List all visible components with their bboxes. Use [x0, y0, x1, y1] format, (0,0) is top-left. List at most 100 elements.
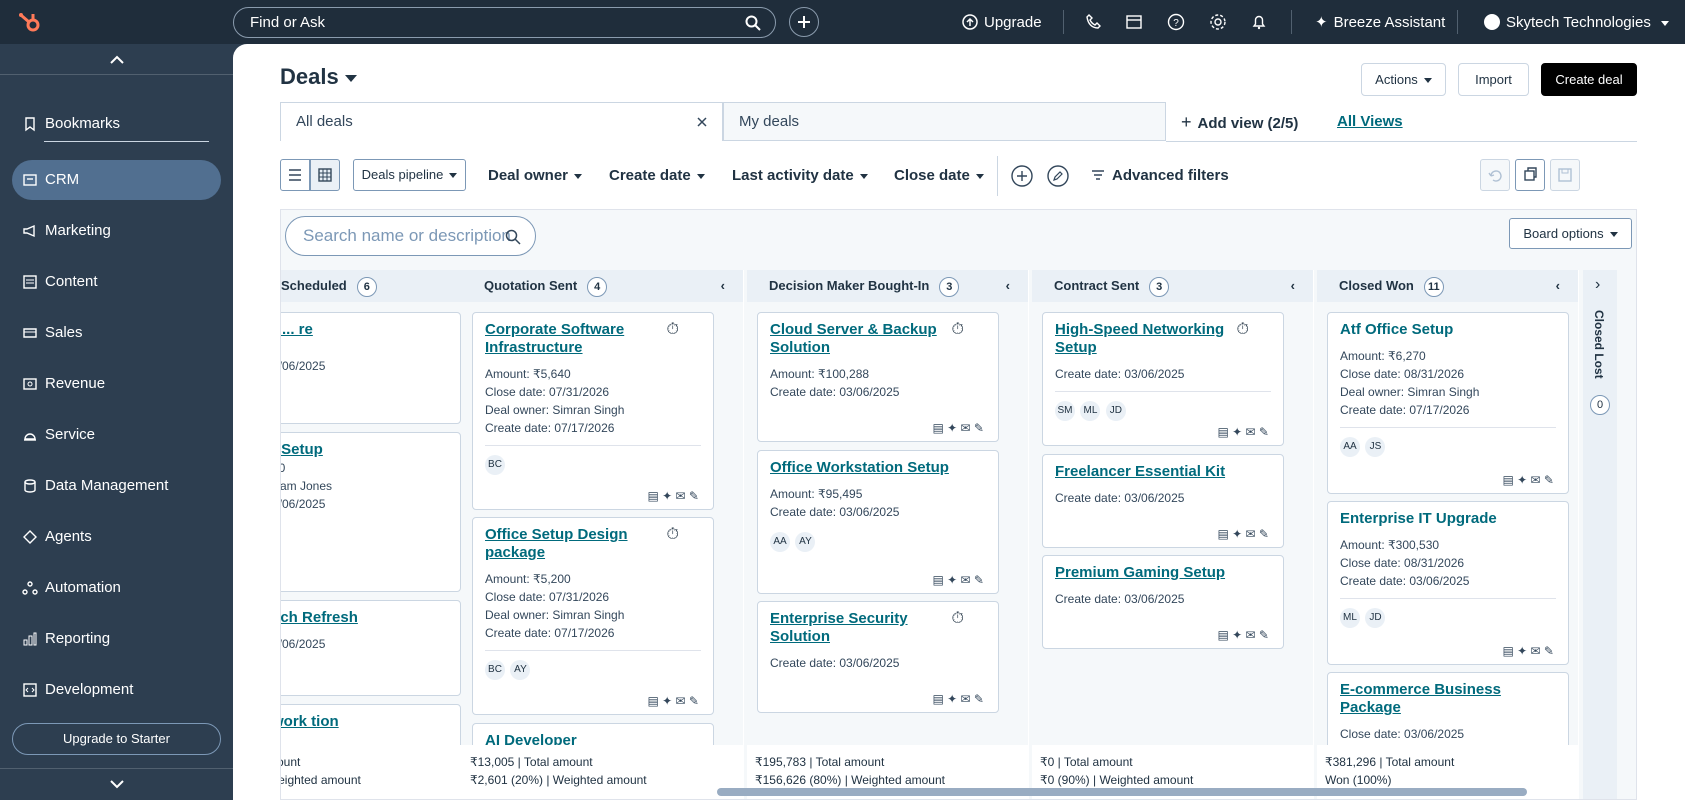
deal-card[interactable]: Atf Office Setup Amount: ₹6,270 Close da… [1327, 312, 1569, 494]
deal-title[interactable]: Atf Office Setup [1340, 321, 1520, 339]
deal-title[interactable]: work tion [281, 713, 412, 731]
sidebar-item-agents[interactable]: Agents [12, 517, 221, 557]
upgrade-to-starter-button[interactable]: Upgrade to Starter [12, 723, 221, 755]
deal-title[interactable]: r ... re [281, 321, 412, 339]
sidebar-item-reporting[interactable]: Reporting [12, 619, 221, 659]
sidebar-item-crm[interactable]: CRM [12, 160, 221, 200]
deal-card[interactable]: Enterprise IT Upgrade Amount: ₹300,530 C… [1327, 501, 1569, 665]
deal-title[interactable]: Corporate Software Infrastructure [485, 321, 665, 357]
card-quick-actions[interactable]: ▤ ✦ ✉ ✎ [1502, 644, 1554, 658]
tab-all-deals[interactable]: All deals [280, 102, 723, 141]
board-options-button[interactable]: Board options [1509, 218, 1632, 249]
edit-pencil-icon[interactable] [1046, 164, 1070, 188]
create-deal-button[interactable]: Create deal [1541, 63, 1637, 96]
deal-card[interactable]: t Setup 50 lliam Jones 3/06/2025 [281, 432, 461, 592]
tab-my-deals[interactable]: My deals [723, 102, 1166, 141]
card-quick-actions[interactable]: ▤ ✦ ✉ ✎ [932, 692, 984, 706]
collapse-chevron-left-icon[interactable]: ‹ [721, 270, 725, 302]
deal-card[interactable]: E-commerce Business Package Close date: … [1327, 672, 1569, 752]
collapse-chevron-left-icon[interactable]: ‹ [1006, 270, 1010, 302]
chevron-down-icon[interactable] [109, 776, 125, 792]
deal-card[interactable]: Office Workstation Setup Amount: ₹95,495… [757, 450, 999, 594]
deal-title[interactable]: High-Speed Networking Setup [1055, 321, 1235, 357]
deal-title[interactable]: Premium Gaming Setup [1055, 564, 1235, 582]
deal-title[interactable]: Enterprise Security Solution [770, 610, 950, 646]
sidebar-item-automation[interactable]: Automation [12, 568, 221, 608]
card-quick-actions[interactable]: ▤ ✦ ✉ ✎ [1217, 425, 1269, 439]
deal-card[interactable]: Enterprise Security Solution ⏱ Create da… [757, 601, 999, 713]
expand-chevron-right-icon[interactable]: › [1595, 276, 1600, 294]
deal-card[interactable]: Cloud Server & Backup Solution ⏱ Amount:… [757, 312, 999, 442]
deal-card[interactable]: r ... re 3/06/2025 [281, 312, 461, 424]
add-view-button[interactable]: + Add view (2/5) [1181, 110, 1298, 136]
pipeline-select[interactable]: Deals pipeline [353, 159, 466, 191]
save-view-button[interactable] [1550, 159, 1580, 191]
quick-create-button[interactable] [789, 7, 819, 37]
card-quick-actions[interactable]: ▤ ✦ ✉ ✎ [1217, 628, 1269, 642]
deal-owner: Deal owner: Simran Singh [1340, 385, 1480, 399]
add-filter-icon[interactable] [1010, 164, 1034, 188]
deal-title[interactable]: ech Refresh [281, 609, 412, 627]
marketplace-icon[interactable] [1124, 12, 1144, 32]
collapse-chevron-left-icon[interactable]: ‹ [1556, 270, 1560, 302]
sidebar-item-data-management[interactable]: Data Management [12, 466, 221, 506]
card-quick-actions[interactable]: ▤ ✦ ✉ ✎ [647, 694, 699, 708]
sidebar-item-sales[interactable]: Sales [12, 313, 221, 353]
page-title[interactable]: Deals [280, 64, 357, 90]
tab-label: My deals [739, 113, 800, 130]
sidebar-item-service[interactable]: Service [12, 415, 221, 455]
advanced-filters-button[interactable]: Advanced filters [1090, 160, 1229, 191]
duplicate-view-button[interactable] [1515, 159, 1545, 191]
last-activity-date-filter[interactable]: Last activity date [732, 160, 868, 191]
deal-owner-filter[interactable]: Deal owner [488, 160, 583, 191]
global-search-input[interactable]: Find or Ask [233, 7, 776, 38]
card-quick-actions[interactable]: ▤ ✦ ✉ ✎ [932, 573, 984, 587]
card-quick-actions[interactable]: ▤ ✦ ✉ ✎ [1502, 473, 1554, 487]
create-date-filter[interactable]: Create date [609, 160, 705, 191]
deal-card[interactable]: Premium Gaming Setup Create date: 03/06/… [1042, 555, 1284, 649]
all-views-link[interactable]: All Views [1337, 110, 1403, 134]
sidebar-item-content[interactable]: Content [12, 262, 221, 302]
import-button[interactable]: Import [1458, 63, 1529, 96]
deal-card[interactable]: High-Speed Networking Setup ⏱ Create dat… [1042, 312, 1284, 446]
help-icon[interactable]: ? [1166, 12, 1186, 32]
chevron-up-icon[interactable] [109, 52, 125, 68]
board-view-toggle[interactable] [310, 159, 340, 191]
sidebar-item-bookmarks[interactable]: Bookmarks [12, 104, 221, 144]
close-icon[interactable] [696, 116, 708, 128]
list-view-toggle[interactable] [280, 159, 310, 191]
deal-title[interactable]: E-commerce Business Package [1340, 681, 1520, 717]
upgrade-button[interactable]: Upgrade [962, 7, 1042, 38]
search-icon[interactable] [745, 15, 761, 31]
deal-card[interactable]: Corporate Software Infrastructure ⏱ Amou… [472, 312, 714, 510]
sidebar-item-revenue[interactable]: Revenue [12, 364, 221, 404]
card-quick-actions[interactable]: ▤ ✦ ✉ ✎ [1217, 527, 1269, 541]
card-quick-actions[interactable]: ▤ ✦ ✉ ✎ [932, 421, 984, 435]
deal-card[interactable]: Office Setup Design package ⏱ Amount: ₹5… [472, 517, 714, 715]
card-quick-actions[interactable]: ▤ ✦ ✉ ✎ [647, 489, 699, 503]
horizontal-scrollbar[interactable] [717, 788, 1527, 796]
deal-title[interactable]: Enterprise IT Upgrade [1340, 510, 1520, 528]
deal-card[interactable]: ech Refresh 3/06/2025 [281, 600, 461, 696]
actions-button[interactable]: Actions [1361, 63, 1446, 96]
deal-title[interactable]: Office Setup Design package [485, 526, 665, 562]
undo-button[interactable] [1480, 159, 1510, 191]
deal-card[interactable]: Freelancer Essential Kit Create date: 03… [1042, 454, 1284, 548]
stage-column-closed-lost-collapsed[interactable]: › Closed Lost 0 [1583, 270, 1617, 799]
notifications-bell-icon[interactable] [1249, 12, 1269, 32]
settings-gear-icon[interactable] [1208, 12, 1228, 32]
board-search-placeholder: Search name or description [303, 226, 511, 245]
sidebar-item-development[interactable]: Development [12, 670, 221, 710]
phone-icon[interactable] [1084, 12, 1104, 32]
deal-title[interactable]: Cloud Server & Backup Solution [770, 321, 950, 357]
breeze-assistant-button[interactable]: ✦ Breeze Assistant [1315, 7, 1445, 38]
sidebar-item-marketing[interactable]: Marketing [12, 211, 221, 251]
close-date-filter[interactable]: Close date [894, 160, 984, 191]
account-menu[interactable]: Skytech Technologies [1484, 7, 1669, 38]
deal-title[interactable]: t Setup [281, 441, 412, 459]
deal-title[interactable]: Freelancer Essential Kit [1055, 463, 1235, 481]
deal-title[interactable]: Office Workstation Setup [770, 459, 970, 477]
collapse-chevron-left-icon[interactable]: ‹ [1291, 270, 1295, 302]
board-search-input[interactable]: Search name or description [285, 216, 536, 256]
hubspot-logo-icon[interactable] [16, 8, 44, 36]
